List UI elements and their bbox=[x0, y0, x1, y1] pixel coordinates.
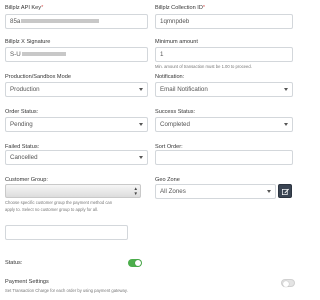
chevron-down-icon bbox=[139, 123, 143, 126]
chevron-down-icon bbox=[284, 88, 288, 91]
payment-settings-toggle[interactable] bbox=[281, 279, 295, 287]
status-label: Status: bbox=[5, 260, 23, 266]
toggle-knob bbox=[283, 281, 289, 287]
order-status-select[interactable]: Pending bbox=[5, 117, 148, 132]
masked-value bbox=[21, 52, 66, 57]
order-status-label: Order Status: bbox=[5, 109, 39, 115]
geo-zone-select[interactable]: All Zones bbox=[155, 184, 276, 199]
api-key-input[interactable]: 85a bbox=[5, 14, 148, 29]
customer-group-list[interactable] bbox=[5, 225, 128, 240]
notification-label: Notification: bbox=[155, 74, 185, 80]
minimum-amount-input[interactable]: 1 bbox=[155, 47, 293, 62]
chevron-down-icon bbox=[284, 123, 288, 126]
edit-icon bbox=[282, 188, 289, 195]
chevron-down-icon bbox=[139, 88, 143, 91]
masked-value bbox=[21, 19, 100, 24]
payment-settings-help: Set Transaction Charge for each order by… bbox=[5, 288, 128, 293]
minimum-amount-help: Min. amount of transaction must be 1.00 … bbox=[155, 64, 252, 69]
payment-settings-label: Payment Settings bbox=[5, 279, 49, 285]
chevron-down-icon bbox=[267, 190, 271, 193]
success-status-label: Success Status: bbox=[155, 109, 196, 115]
mode-select[interactable]: Production bbox=[5, 82, 148, 97]
customer-group-label: Customer Group: bbox=[5, 177, 48, 183]
updown-arrows-icon: ▲ ▼ bbox=[133, 186, 138, 196]
collection-id-input[interactable]: 1qmnpdeb bbox=[155, 14, 293, 29]
geo-zone-label: Geo Zone bbox=[155, 177, 180, 183]
toggle-knob bbox=[135, 260, 141, 266]
status-toggle[interactable] bbox=[128, 259, 142, 267]
customer-group-help-line1: Choose specific customer group the payme… bbox=[5, 200, 113, 205]
notification-select[interactable]: Email Notification bbox=[155, 82, 293, 97]
success-status-select[interactable]: Completed bbox=[155, 117, 293, 132]
customer-group-select[interactable]: ▲ ▼ bbox=[5, 184, 141, 198]
api-key-label: Billplz API Key* bbox=[5, 5, 44, 11]
customer-group-help-line2: apply to. Select no customer group to ap… bbox=[5, 207, 99, 212]
failed-status-select[interactable]: Cancelled bbox=[5, 150, 148, 165]
collection-id-label: Billplz Collection ID* bbox=[155, 5, 206, 11]
chevron-down-icon bbox=[139, 156, 143, 159]
geo-zone-edit-button[interactable] bbox=[278, 184, 292, 198]
x-signature-input[interactable]: S-U bbox=[5, 47, 148, 62]
x-signature-label: Billplz X Signature bbox=[5, 39, 51, 45]
mode-label: Production/Sandbox Mode bbox=[5, 74, 71, 80]
sort-order-input[interactable] bbox=[155, 150, 293, 165]
minimum-amount-label: Minimum amount bbox=[155, 39, 198, 45]
